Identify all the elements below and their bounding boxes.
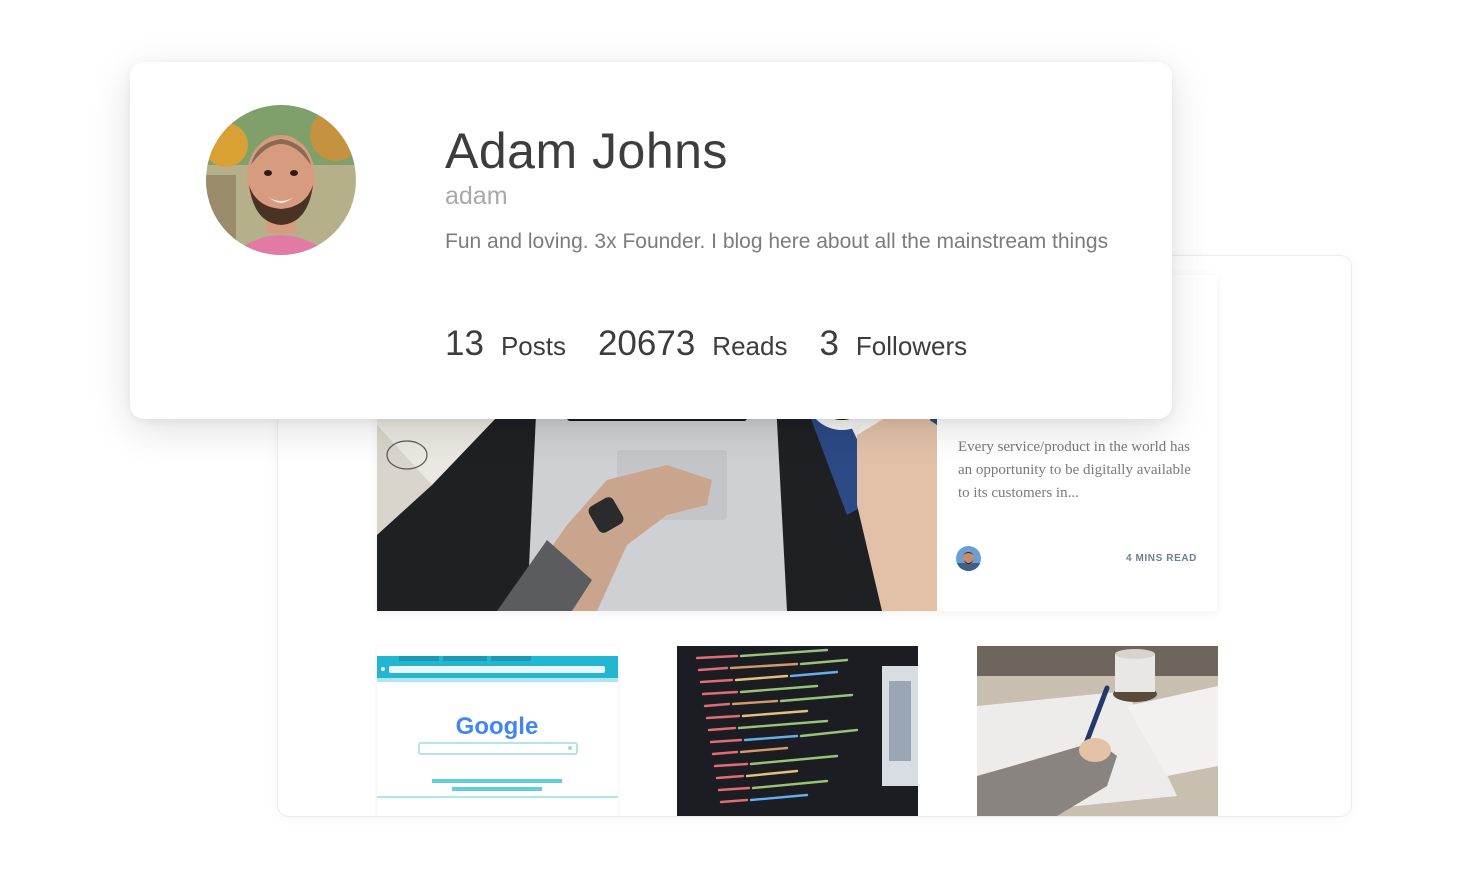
post-thumbnail-google[interactable]: Google — [377, 646, 618, 816]
profile-avatar[interactable] — [206, 105, 356, 255]
stat-posts[interactable]: 13 Posts — [445, 324, 566, 364]
browser-google-illustration: Google — [377, 656, 618, 798]
profile-card: Adam Johns adam Fun and loving. 3x Found… — [130, 62, 1172, 419]
stat-followers[interactable]: 3 Followers — [819, 324, 967, 364]
profile-username: adam — [445, 182, 508, 210]
stat-reads-count: 20673 — [597, 324, 696, 363]
writing-desk-illustration — [977, 646, 1218, 816]
post-thumbnail-writing[interactable] — [977, 646, 1218, 816]
post-thumbnail-code[interactable] — [677, 646, 918, 816]
stat-reads-label: Reads — [712, 331, 788, 361]
profile-bio: Fun and loving. 3x Founder. I blog here … — [445, 230, 1109, 253]
stat-reads[interactable]: 20673 Reads — [598, 324, 787, 364]
profile-stats: 13 Posts 20673 Reads 3 Followers — [445, 324, 999, 364]
author-avatar[interactable] — [956, 546, 981, 571]
code-screen-illustration — [677, 646, 918, 816]
google-logo-text: Google — [456, 713, 539, 740]
read-time-label: 4 MINS READ — [1125, 553, 1197, 564]
profile-name: Adam Johns — [445, 123, 728, 179]
profile-photo — [206, 105, 356, 255]
stat-followers-count: 3 — [819, 324, 839, 363]
stat-followers-label: Followers — [855, 331, 968, 361]
stat-posts-label: Posts — [500, 331, 566, 361]
stat-posts-count: 13 — [445, 324, 484, 363]
author-avatar-image — [956, 546, 981, 571]
featured-post-excerpt: Every service/product in the world has a… — [958, 439, 1191, 501]
